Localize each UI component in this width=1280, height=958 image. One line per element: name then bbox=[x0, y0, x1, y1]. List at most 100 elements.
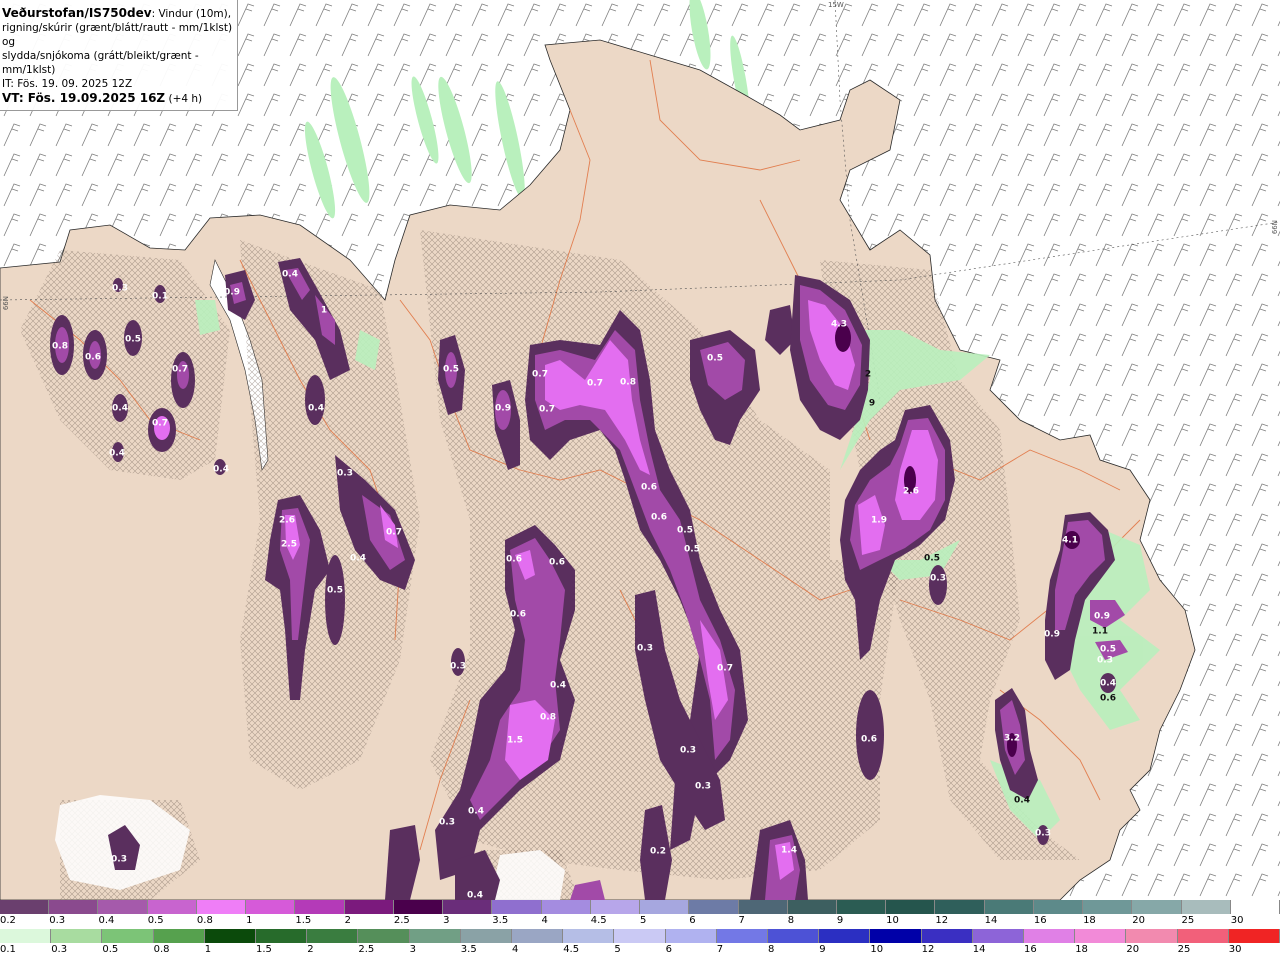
legend-swatch bbox=[393, 900, 444, 914]
legend-label: 30 bbox=[1228, 944, 1242, 955]
value-label: 4.1 bbox=[1062, 536, 1078, 546]
legend-label: 7 bbox=[738, 915, 745, 926]
legend-label: 3 bbox=[443, 915, 450, 926]
value-label: 0.5 bbox=[125, 335, 141, 345]
legend-swatch bbox=[460, 929, 513, 943]
legend-swatch bbox=[1177, 929, 1229, 943]
value-label: 0.7 bbox=[172, 365, 188, 375]
legend-swatch bbox=[51, 929, 103, 943]
value-label: 9 bbox=[869, 399, 875, 409]
value-label: 4.3 bbox=[831, 320, 847, 330]
value-label: 0.5 bbox=[924, 554, 940, 564]
legend-label: 1.5 bbox=[295, 915, 312, 926]
value-label: 0.6 bbox=[549, 558, 565, 568]
value-label: 0.9 bbox=[495, 404, 511, 414]
value-label: 0.7 bbox=[539, 405, 555, 415]
value-label: 0.8 bbox=[52, 342, 68, 352]
legend-label: 6 bbox=[665, 944, 672, 955]
legend-label: 12 bbox=[921, 944, 935, 955]
graticule-label-left: 66N bbox=[2, 296, 10, 311]
desc-line-2: rigning/skúrir (grænt/blátt/rautt - mm/1… bbox=[2, 22, 233, 48]
value-label: 0.3 bbox=[450, 662, 466, 672]
legend-label: 0.2 bbox=[0, 915, 16, 926]
value-label: 0.2 bbox=[650, 847, 666, 857]
legend-label: 10 bbox=[870, 944, 884, 955]
value-label: 2.6 bbox=[903, 487, 919, 497]
init-time: IT: Fös. 19. 09. 2025 12Z bbox=[2, 78, 133, 90]
legend-snow-colorbar bbox=[0, 929, 1280, 943]
legend-swatch bbox=[614, 929, 666, 943]
value-label: 0.6 bbox=[1100, 694, 1116, 704]
value-label: 1.5 bbox=[507, 736, 523, 746]
value-label: 0.4 bbox=[1100, 679, 1116, 689]
legend-label: 0.8 bbox=[196, 915, 213, 926]
legend-swatch bbox=[1228, 929, 1280, 943]
legend-swatch bbox=[98, 900, 148, 914]
legend-label: 20 bbox=[1126, 944, 1140, 955]
value-label: 0.5 bbox=[707, 354, 723, 364]
legend-swatch bbox=[102, 929, 154, 943]
value-label: 0.4 bbox=[350, 554, 366, 564]
legend-swatch bbox=[716, 929, 769, 943]
valid-time: Fös. 19.09.2025 16Z bbox=[23, 91, 166, 105]
legend-label: 4.5 bbox=[590, 915, 607, 926]
value-label: 2.5 bbox=[281, 540, 297, 550]
value-label: 0.3 bbox=[680, 746, 696, 756]
legend-swatch bbox=[1132, 900, 1182, 914]
legend-label: 2.5 bbox=[358, 944, 375, 955]
value-label: 0.5 bbox=[1100, 645, 1116, 655]
legend-label: 16 bbox=[1033, 915, 1047, 926]
value-label: 0.7 bbox=[587, 379, 603, 389]
graticule-label-right: 66N bbox=[1271, 220, 1279, 235]
legend-swatch bbox=[246, 900, 296, 914]
value-label: 0.8 bbox=[540, 713, 556, 723]
value-label: 2 bbox=[865, 370, 871, 380]
value-label: 1 bbox=[321, 306, 327, 316]
legend-swatch bbox=[344, 900, 394, 914]
legend-swatch bbox=[0, 900, 50, 914]
value-label: 0.6 bbox=[861, 735, 877, 745]
source-name: Veðurstofan/IS750dev bbox=[2, 6, 152, 20]
legend-swatch bbox=[1024, 929, 1076, 943]
value-label: 0.7 bbox=[386, 528, 402, 538]
graticule-label-top: 15W bbox=[828, 1, 844, 9]
value-label: 1.1 bbox=[1092, 627, 1108, 637]
legend-swatch bbox=[512, 929, 564, 943]
valid-time-line: VT: Fös. 19.09.2025 16Z (+4 h) bbox=[2, 91, 237, 106]
legend-label: 5 bbox=[640, 915, 647, 926]
value-label: 0.7 bbox=[152, 419, 168, 429]
desc-line-3: slydda/snjókoma (grátt/bleikt/grænt - mm… bbox=[2, 50, 199, 76]
legend-swatch bbox=[307, 929, 359, 943]
legend-label: 3.5 bbox=[460, 944, 477, 955]
legend-label: 0.3 bbox=[51, 944, 68, 955]
legend-rain-colorbar bbox=[0, 900, 1280, 914]
legend-swatch bbox=[819, 929, 871, 943]
value-label: 0.5 bbox=[327, 586, 343, 596]
legend-swatch bbox=[409, 929, 461, 943]
value-label: 0.6 bbox=[85, 353, 101, 363]
weather-map: 0.4 0.3 0.1 0.9 1 0.8 0.6 0.5 0.7 0.4 0.… bbox=[0, 0, 1280, 900]
legend-label: 3.5 bbox=[492, 915, 509, 926]
legend-swatch bbox=[738, 900, 788, 914]
legend-swatch bbox=[541, 900, 591, 914]
legend-label: 4.5 bbox=[563, 944, 580, 955]
value-label: 0.1 bbox=[152, 292, 168, 302]
value-label: 0.3 bbox=[337, 469, 353, 479]
legend-swatch bbox=[443, 900, 493, 914]
legend-label: 7 bbox=[716, 944, 724, 955]
value-label: 0.4 bbox=[550, 681, 566, 691]
vt-prefix: VT: bbox=[2, 91, 24, 105]
value-label: 0.4 bbox=[282, 270, 298, 280]
legend-swatch bbox=[590, 900, 641, 914]
precip-blob bbox=[305, 375, 325, 425]
value-label: 0.8 bbox=[620, 378, 636, 388]
value-label: 0.3 bbox=[1097, 656, 1113, 666]
legend-swatch bbox=[196, 900, 247, 914]
value-label: 0.6 bbox=[510, 610, 526, 620]
value-label: 0.6 bbox=[506, 555, 522, 565]
legend-label: 8 bbox=[787, 915, 795, 926]
legend-label: 2 bbox=[344, 915, 351, 926]
legend-swatch bbox=[689, 900, 739, 914]
legend-label: 0.8 bbox=[153, 944, 170, 955]
value-label: 0.9 bbox=[1044, 630, 1060, 640]
